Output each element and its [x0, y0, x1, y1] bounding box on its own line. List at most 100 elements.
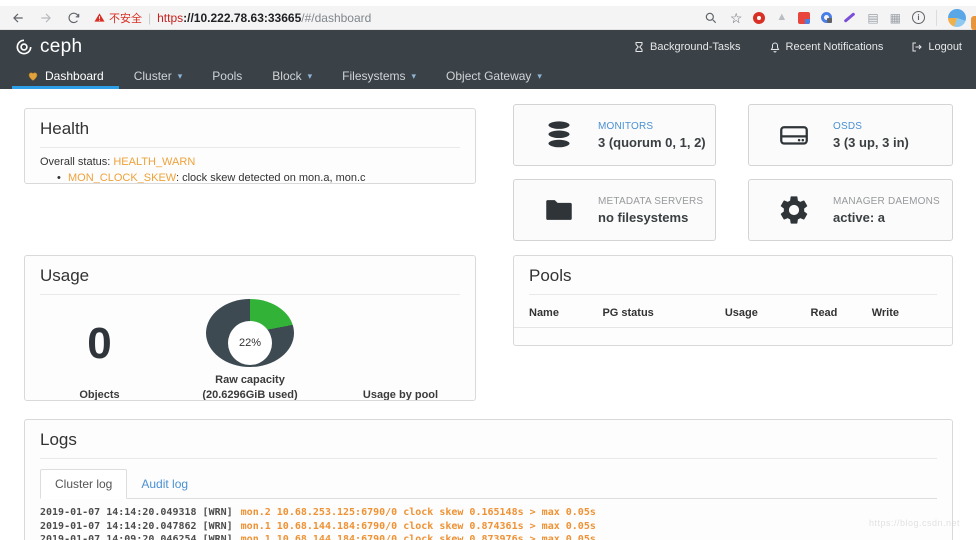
- raw-capacity-label: Raw capacity: [215, 374, 285, 387]
- dashboard-heart-icon: [28, 72, 38, 81]
- nav-label-filesystems: Filesystems: [342, 69, 406, 83]
- extension-pen-icon[interactable]: [843, 12, 856, 23]
- log-level: [WRN]: [202, 534, 233, 540]
- reload-icon[interactable]: [66, 10, 82, 26]
- gear-icon: [780, 196, 808, 224]
- address-bar[interactable]: 不安全 | https://10.222.78.63:33665/#/dashb…: [94, 10, 691, 26]
- log-level: [WRN]: [202, 520, 233, 532]
- extension-grid-icon[interactable]: ▦: [890, 12, 901, 24]
- recent-notifications-link[interactable]: Recent Notifications: [769, 40, 884, 53]
- extension-triangle-icon[interactable]: ▲: [776, 12, 787, 23]
- nav-item-pools[interactable]: Pools: [197, 63, 257, 89]
- log-level: [WRN]: [202, 507, 233, 518]
- usage-panel: Usage 0 Objects 22% Raw capacity (20.629…: [24, 255, 476, 401]
- nav-label-dashboard: Dashboard: [45, 69, 104, 83]
- mds-label: METADATA SERVERS: [598, 195, 704, 207]
- monitors-link[interactable]: MONITORS: [598, 121, 706, 132]
- usage-body: 0 Objects 22% Raw capacity (20.6296GiB u…: [25, 295, 475, 400]
- logout-label: Logout: [928, 40, 962, 53]
- mds-value: no filesystems: [598, 209, 689, 225]
- security-warning[interactable]: 不安全: [94, 10, 142, 26]
- osds-link[interactable]: OSDS: [833, 121, 909, 132]
- log-line: 2019-01-07 14:14:20.049318 [WRN] mon.2 10.…: [40, 506, 937, 520]
- nav-item-cluster[interactable]: Cluster ▾: [119, 63, 198, 89]
- nav-label-cluster: Cluster: [133, 69, 172, 83]
- health-title: Health: [40, 119, 90, 138]
- pools-col-name[interactable]: Name: [529, 307, 602, 319]
- nav-label-pools: Pools: [212, 69, 243, 83]
- toolbar-divider: [936, 9, 937, 26]
- pools-table-header: Name PG status Usage Read Write: [514, 295, 952, 328]
- extension-red-icon[interactable]: [753, 11, 766, 24]
- pools-col-read[interactable]: Read: [811, 307, 872, 319]
- logs-panel: Logs Cluster log Audit log 2019-01-07 14…: [24, 419, 953, 540]
- address-url[interactable]: https://10.222.78.63:33665/#/dashboard: [157, 11, 371, 25]
- log-line: 2019-01-07 14:09:20.046254 [WRN] mon.1 10.…: [40, 533, 937, 540]
- nav-item-dashboard[interactable]: Dashboard: [12, 63, 119, 89]
- pools-col-pg-status[interactable]: PG status: [602, 307, 724, 319]
- nav-label-block: Block: [272, 69, 302, 83]
- overall-status-line: Overall status: HEALTH_WARN: [40, 156, 460, 168]
- logout-icon: [912, 42, 923, 51]
- extension-pdf-icon[interactable]: [798, 11, 811, 24]
- log-timestamp: 2019-01-07 14:14:20.049318: [40, 507, 197, 518]
- extension-gear-icon[interactable]: [821, 12, 833, 23]
- browser-actions: ☆ ▲ ▤ ▦ i: [703, 8, 966, 27]
- edge-extension-icon[interactable]: [971, 16, 976, 30]
- log-line: 2019-01-07 14:14:20.047862 [WRN] mon.1 10.…: [40, 520, 937, 534]
- header-links: Background-Tasks Recent Notifications Lo…: [633, 41, 962, 53]
- metadata-servers-card: METADATA SERVERS no filesystems: [513, 179, 716, 241]
- health-body: Overall status: HEALTH_WARN MON_CLOCK_SK…: [25, 148, 475, 184]
- database-icon: [546, 119, 572, 149]
- chevron-down-icon: ▾: [537, 70, 542, 81]
- raw-capacity-donut-chart: 22%: [206, 299, 294, 368]
- recent-notifications-label: Recent Notifications: [785, 40, 884, 53]
- ceph-logo-icon: [16, 39, 32, 54]
- nav-item-filesystems[interactable]: Filesystems ▾: [327, 63, 431, 89]
- background-tasks-label: Background-Tasks: [650, 40, 741, 53]
- extension-notes-icon[interactable]: ▤: [867, 12, 878, 24]
- tab-audit-log[interactable]: Audit log: [127, 470, 202, 498]
- log-message: mon.2 10.68.253.125:6790/0 clock skew 0.…: [240, 507, 596, 518]
- health-warning-item: MON_CLOCK_SKEW: clock skew detected on m…: [57, 172, 460, 184]
- nav-item-object-gateway[interactable]: Object Gateway ▾: [431, 63, 557, 89]
- pools-col-write[interactable]: Write: [872, 307, 937, 319]
- usage-by-pool-column: Usage by pool: [336, 299, 465, 400]
- ceph-logo[interactable]: ceph: [14, 36, 82, 58]
- logs-tabs: Cluster log Audit log: [40, 469, 937, 499]
- url-scheme: https: [157, 10, 184, 25]
- pools-col-usage[interactable]: Usage: [725, 307, 811, 319]
- overall-status-value: HEALTH_WARN: [113, 156, 196, 168]
- back-icon[interactable]: [10, 10, 26, 26]
- log-timestamp: 2019-01-07 14:09:20.046254: [40, 534, 197, 540]
- overall-status-label: Overall status:: [40, 156, 114, 168]
- warning-triangle-icon: [94, 13, 105, 22]
- donut-center-label: 22%: [228, 321, 272, 365]
- nav-label-object-gateway: Object Gateway: [446, 69, 532, 83]
- osds-card: OSDS 3 (3 up, 3 in): [748, 104, 953, 166]
- forward-icon[interactable]: [38, 10, 54, 26]
- manager-daemons-card: MANAGER DAEMONS active: a: [748, 179, 953, 241]
- objects-count: 0: [87, 319, 112, 369]
- chevron-down-icon: ▾: [177, 70, 183, 81]
- search-icon[interactable]: [703, 10, 719, 26]
- log-entries: 2019-01-07 14:14:20.049318 [WRN] mon.2 10.…: [25, 499, 952, 540]
- screen: 不安全 | https://10.222.78.63:33665/#/dashb…: [0, 0, 976, 540]
- monitors-card-text: MONITORS 3 (quorum 0, 1, 2): [598, 121, 706, 150]
- logout-link[interactable]: Logout: [911, 41, 962, 53]
- profile-avatar[interactable]: [948, 8, 966, 27]
- tab-cluster-log[interactable]: Cluster log: [40, 469, 128, 499]
- bookmark-star-icon[interactable]: ☆: [730, 11, 743, 25]
- osds-card-text: OSDS 3 (3 up, 3 in): [833, 121, 909, 150]
- objects-column: 0 Objects: [35, 299, 164, 400]
- browser-toolbar: 不安全 | https://10.222.78.63:33665/#/dashb…: [0, 0, 976, 30]
- info-icon[interactable]: i: [912, 11, 925, 24]
- nav-item-block[interactable]: Block ▾: [257, 63, 327, 89]
- mgr-value: active: a: [833, 209, 886, 225]
- logs-title: Logs: [40, 430, 77, 449]
- background-tasks-link[interactable]: Background-Tasks: [633, 41, 741, 53]
- security-warning-label: 不安全: [109, 12, 142, 25]
- warning-detail: : clock skew detected on mon.a, mon.c: [176, 172, 366, 184]
- folder-icon: [546, 200, 572, 220]
- bell-icon: [770, 41, 779, 52]
